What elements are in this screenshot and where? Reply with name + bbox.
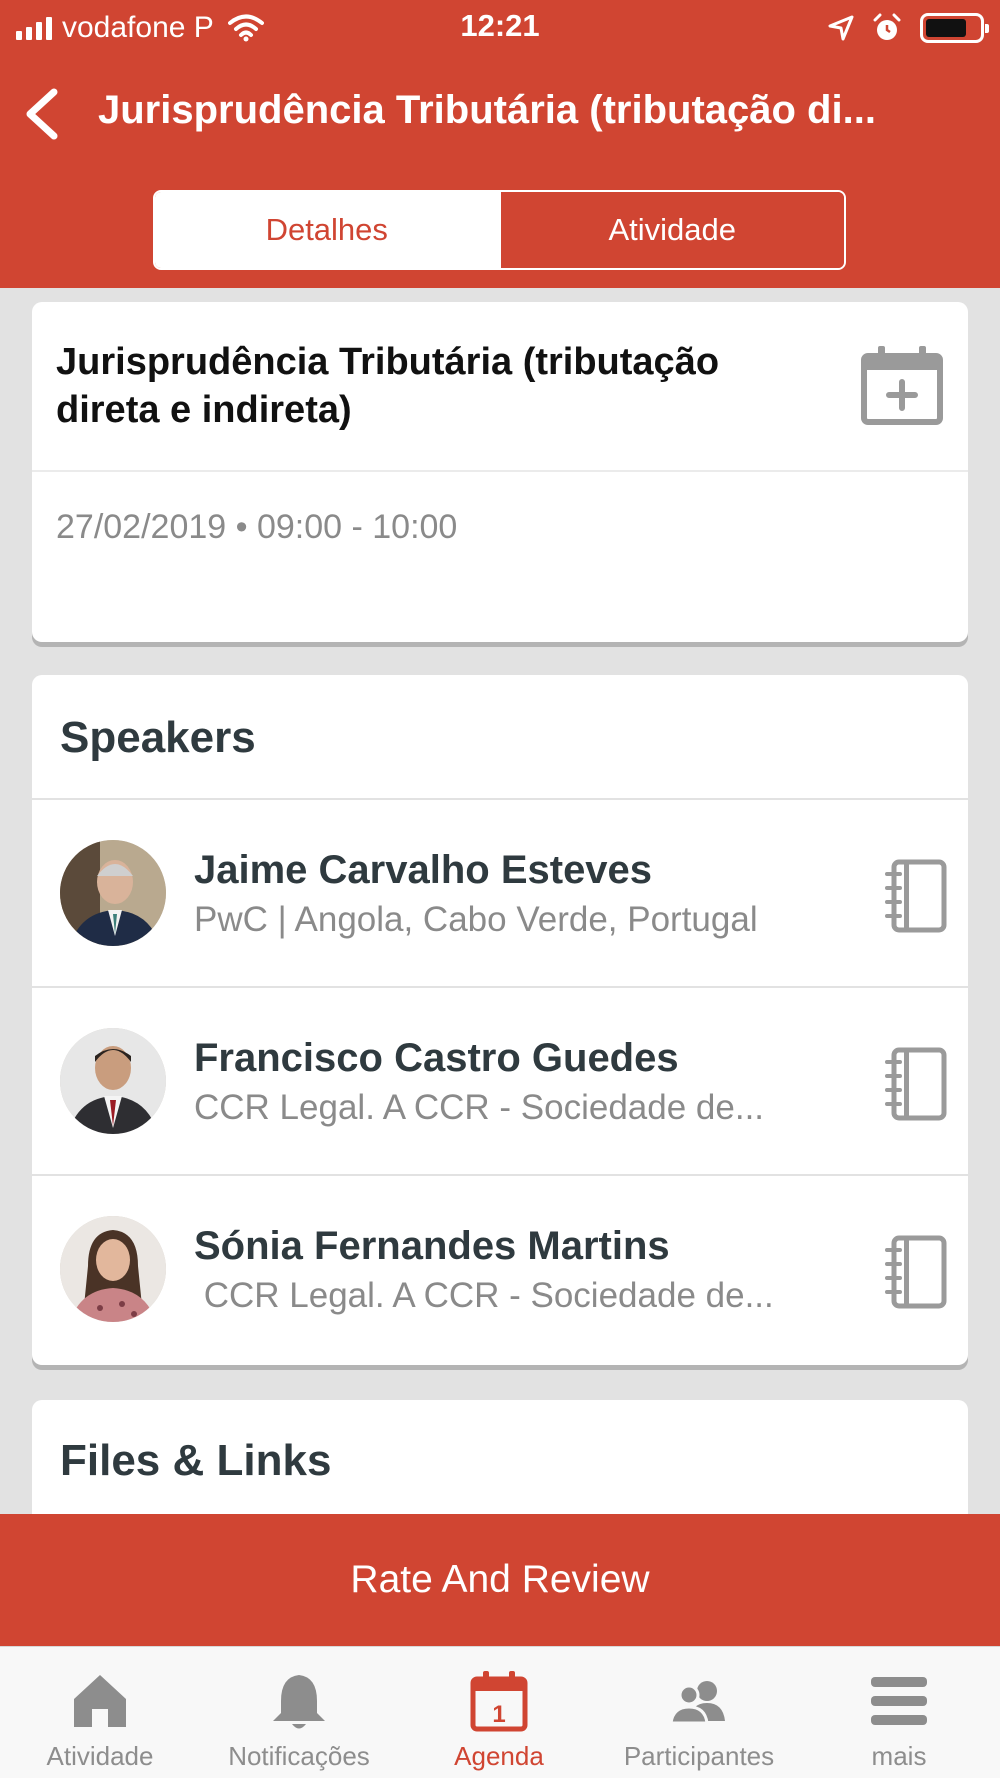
notebook-icon[interactable] [884,1234,948,1310]
bell-icon [273,1675,325,1729]
nav-bar: Jurisprudência Tributária (tributação di… [0,70,1000,156]
home-icon [74,1675,126,1727]
divider [32,470,968,472]
tab-label: Notificações [228,1741,370,1771]
tab-atividade[interactable]: Atividade [0,1647,200,1778]
files-links-heading: Files & Links [60,1436,332,1485]
tab-label: Participantes [623,1741,775,1771]
battery-icon [920,13,989,43]
avatar [60,840,166,946]
speakers-card: Speakers Jaime Carvalho Esteves PwC | An… [32,675,968,1365]
tab-activity[interactable]: Atividade [498,192,844,268]
event-card: Jurisprudência Tributária (tributação di… [32,302,968,642]
speaker-name: Sónia Fernandes Martins [194,1224,670,1268]
people-icon [669,1681,725,1725]
status-bar-right [828,8,989,48]
speaker-organization: PwC | Angola, Cabo Verde, Portugal [194,900,758,939]
notebook-icon[interactable] [884,1046,948,1122]
tab-label: mais [871,1741,927,1771]
event-datetime: 27/02/2019 • 09:00 - 10:00 [56,508,458,546]
header: vodafone P 12:21 Jurisprudência Tributár… [0,0,1000,288]
notebook-icon[interactable] [884,858,948,934]
back-chevron-icon[interactable] [18,84,68,144]
speaker-row[interactable]: Sónia Fernandes Martins CCR Legal. A CCR… [32,1174,968,1362]
alarm-icon [873,13,901,40]
add-to-calendar-icon[interactable] [860,342,944,426]
menu-icon [871,1677,927,1725]
speaker-row[interactable]: Jaime Carvalho Esteves PwC | Angola, Cab… [32,798,968,986]
avatar [60,1028,166,1134]
status-bar: vodafone P 12:21 [0,0,1000,56]
rate-and-review-button[interactable]: Rate And Review [0,1514,1000,1646]
tab-agenda[interactable]: 1 Agenda [399,1647,599,1778]
tab-bar: Atividade Notificações 1 Agenda Particip… [0,1646,1000,1778]
tab-details[interactable]: Detalhes [155,192,499,268]
location-arrow-icon [828,15,854,41]
avatar [60,1216,166,1322]
event-title: Jurisprudência Tributária (tributação di… [56,341,720,431]
svg-text:1: 1 [492,1701,505,1728]
calendar-icon: 1 [470,1671,528,1732]
tab-label: Atividade [46,1741,154,1771]
tab-label: Agenda [454,1741,544,1771]
speaker-name: Francisco Castro Guedes [194,1036,679,1080]
speaker-organization: CCR Legal. A CCR - Sociedade de... [194,1088,765,1127]
tab-mais[interactable]: mais [799,1647,999,1778]
speaker-organization: CCR Legal. A CCR - Sociedade de... [194,1276,774,1315]
segmented-control: Detalhes Atividade [153,190,846,270]
tab-participantes[interactable]: Participantes [599,1647,799,1778]
speaker-row[interactable]: Francisco Castro Guedes CCR Legal. A CCR… [32,986,968,1174]
page-title: Jurisprudência Tributária (tributação di… [98,88,876,132]
tab-notificacoes[interactable]: Notificações [199,1647,399,1778]
speakers-heading: Speakers [60,713,256,762]
speaker-name: Jaime Carvalho Esteves [194,848,653,892]
